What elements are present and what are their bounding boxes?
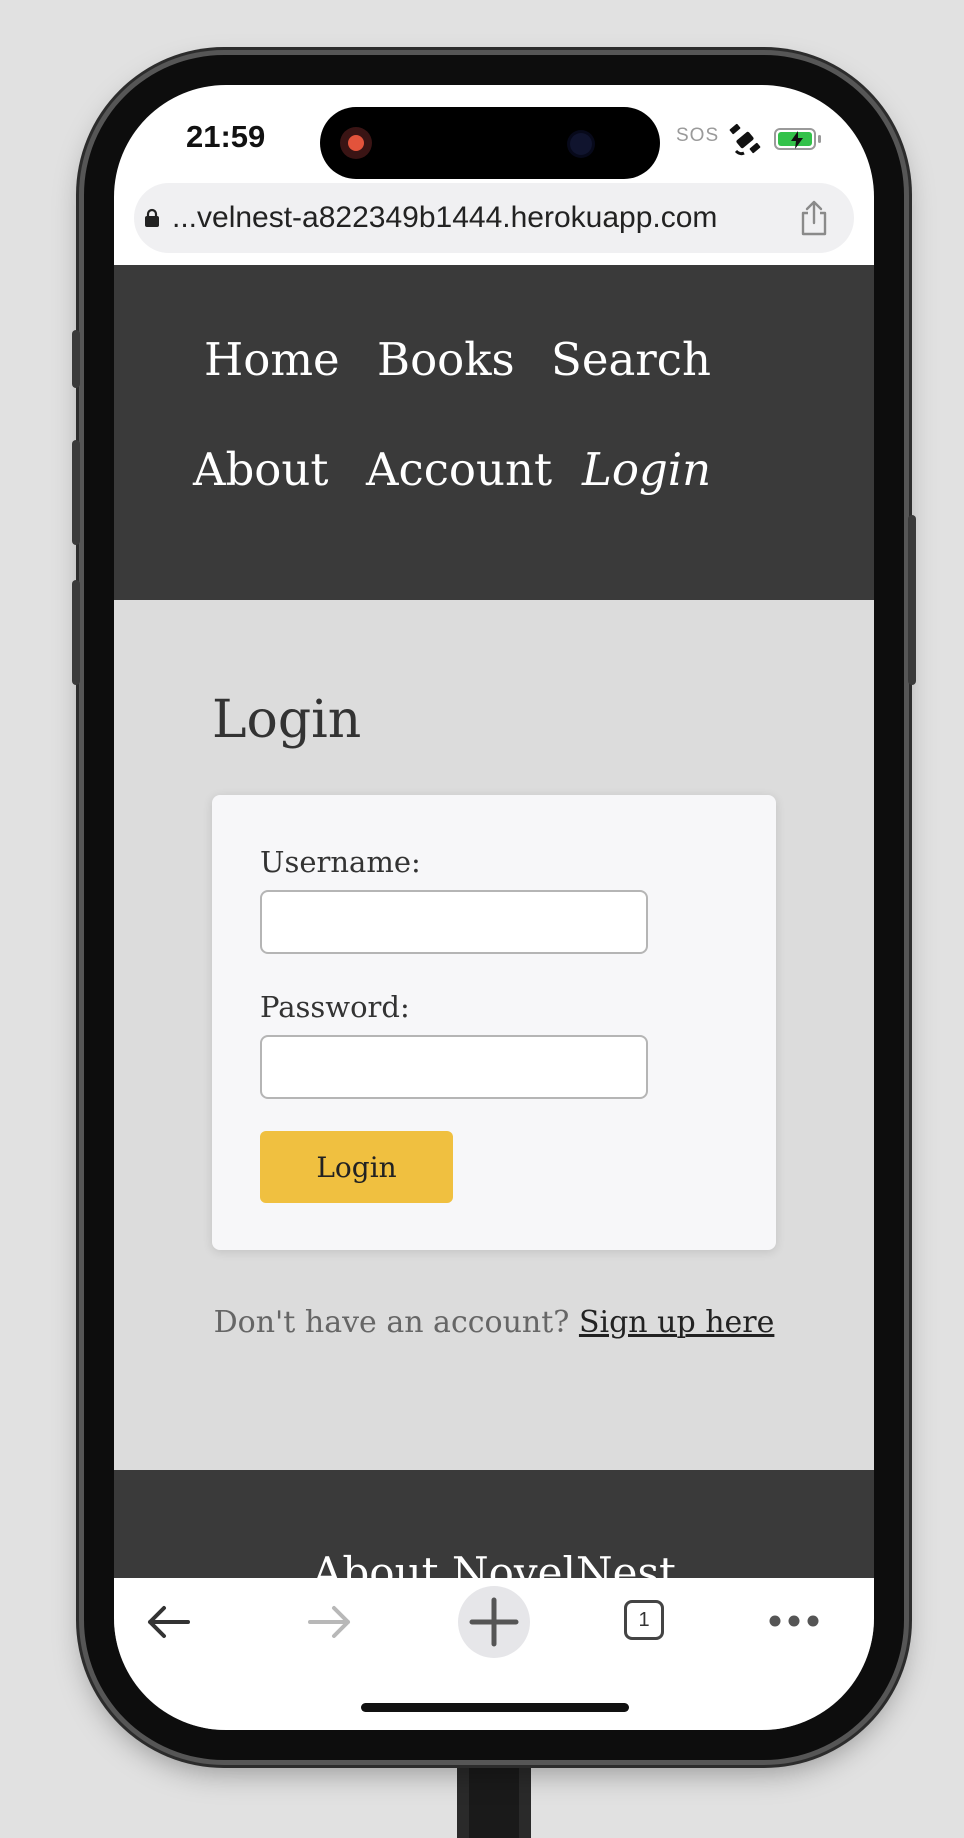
share-icon[interactable]: [798, 199, 830, 237]
signup-prompt-text: Don't have an account?: [213, 1305, 579, 1340]
home-indicator[interactable]: [361, 1703, 629, 1712]
nav-search[interactable]: Search: [551, 333, 711, 386]
battery-cap: [818, 135, 821, 143]
back-arrow-icon[interactable]: [144, 1602, 194, 1642]
more-menu-icon[interactable]: [768, 1614, 820, 1628]
nav-books[interactable]: Books: [377, 333, 515, 386]
battery-level: [778, 131, 812, 149]
password-field[interactable]: [260, 1035, 648, 1099]
sos-indicator: SOS: [676, 125, 720, 146]
tabs-button[interactable]: 1: [624, 1600, 664, 1640]
address-bar[interactable]: ...velnest-a822349b1444.herokuapp.com: [134, 183, 854, 253]
status-time: 21:59: [186, 119, 266, 154]
tabs-count: 1: [638, 1608, 650, 1631]
volume-down-button: [72, 580, 80, 685]
action-button: [72, 330, 80, 388]
forward-arrow-icon[interactable]: [304, 1602, 354, 1642]
login-button[interactable]: Login: [260, 1131, 453, 1203]
nav-about[interactable]: About: [193, 443, 328, 496]
screen: 21:59 SOS ...velnest-a822349b1444.heroku…: [114, 85, 874, 1730]
username-field[interactable]: [260, 890, 648, 954]
battery-charging-icon: [774, 128, 816, 150]
front-camera: [570, 133, 592, 155]
satellite-icon: [729, 123, 761, 156]
nav-login[interactable]: Login: [582, 443, 711, 496]
login-form: Username: Password: Login: [212, 795, 776, 1250]
plus-icon: [469, 1597, 519, 1647]
new-tab-button[interactable]: [458, 1586, 530, 1658]
url-text[interactable]: ...velnest-a822349b1444.herokuapp.com: [172, 201, 798, 235]
volume-up-button: [72, 440, 80, 545]
power-button: [908, 515, 916, 685]
nav-account[interactable]: Account: [366, 443, 552, 496]
phone-frame: 21:59 SOS ...velnest-a822349b1444.heroku…: [72, 55, 916, 1760]
site-nav: Home Books Search About Account Login: [114, 265, 874, 600]
main-content: Login Username: Password: Login Don't ha…: [114, 600, 874, 1470]
page-title: Login: [212, 690, 362, 750]
username-label: Username:: [260, 845, 421, 879]
lock-icon: [145, 208, 159, 227]
charging-bolt-icon: [791, 131, 803, 149]
signup-link[interactable]: Sign up here: [579, 1305, 774, 1340]
nav-home[interactable]: Home: [204, 333, 340, 386]
dynamic-island: [320, 107, 660, 179]
password-label: Password:: [260, 990, 410, 1024]
screen-record-icon: [340, 127, 372, 159]
signup-prompt: Don't have an account? Sign up here: [114, 1305, 874, 1340]
